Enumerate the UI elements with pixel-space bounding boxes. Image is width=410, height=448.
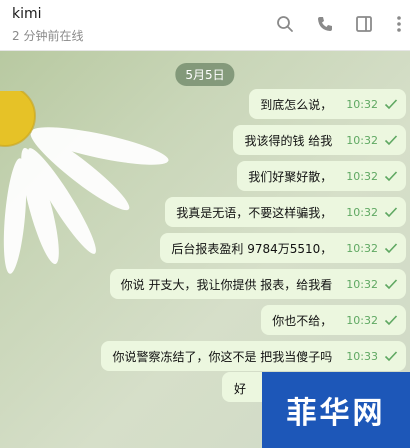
read-check-icon — [384, 243, 398, 254]
message-text: 到底怎么说， — [260, 97, 333, 112]
message-text: 你说 开支大，我让你提供 报表，给我看 — [120, 277, 333, 292]
read-check-icon — [384, 171, 398, 182]
read-check-icon — [384, 351, 398, 362]
message-time: 10:32 — [346, 169, 378, 183]
message-bubble-partial[interactable]: 好 — [222, 372, 266, 402]
daisy-wallpaper-image — [0, 91, 169, 274]
read-check-icon — [384, 135, 398, 146]
message-text: 你也不给， — [272, 313, 333, 328]
message-time: 10:32 — [346, 205, 378, 219]
message-time: 10:33 — [346, 349, 378, 363]
message-bubble[interactable]: 后台报表盈利 9784万5510， 10:32 — [160, 233, 406, 263]
message-text: 我真是无语，不要这样骗我， — [176, 205, 333, 220]
sidebar-toggle-icon[interactable] — [353, 13, 375, 35]
message-bubble[interactable]: 你也不给， 10:32 — [261, 305, 406, 335]
message-time: 10:32 — [346, 97, 378, 111]
chat-header: kimi 2 分钟前在线 — [0, 0, 410, 51]
read-check-icon — [384, 315, 398, 326]
read-check-icon — [384, 99, 398, 110]
message-bubble[interactable]: 我们好聚好散， 10:32 — [237, 161, 406, 191]
message-bubble[interactable]: 我真是无语，不要这样骗我， 10:32 — [165, 197, 406, 227]
message-text: 好 — [234, 382, 247, 396]
message-time: 10:32 — [346, 313, 378, 327]
message-bubble[interactable]: 我该得的钱 给我 10:32 — [233, 125, 406, 155]
last-seen-status: 2 分钟前在线 — [12, 29, 84, 43]
search-icon[interactable] — [274, 13, 296, 35]
read-check-icon — [384, 207, 398, 218]
message-time: 10:32 — [346, 277, 378, 291]
message-text: 后台报表盈利 9784万5510， — [171, 241, 333, 256]
more-menu-icon[interactable] — [388, 13, 410, 35]
message-text: 我们好聚好散， — [248, 169, 333, 184]
message-text: 我该得的钱 给我 — [244, 133, 333, 148]
message-bubble[interactable]: 你说 开支大，我让你提供 报表，给我看 10:32 — [109, 269, 406, 299]
message-bubble[interactable]: 你说警察冻结了，你这不是 把我当傻子吗 10:33 — [101, 341, 406, 371]
message-bubble[interactable]: 到底怎么说， 10:32 — [249, 89, 406, 119]
date-divider: 5月5日 — [175, 63, 235, 86]
message-text: 你说警察冻结了，你这不是 把我当傻子吗 — [112, 349, 333, 364]
message-time: 10:32 — [346, 241, 378, 255]
phone-icon[interactable] — [314, 13, 336, 35]
contact-name[interactable]: kimi — [12, 6, 42, 22]
watermark-logo: 菲华网 — [262, 372, 410, 448]
message-time: 10:32 — [346, 133, 378, 147]
read-check-icon — [384, 279, 398, 290]
